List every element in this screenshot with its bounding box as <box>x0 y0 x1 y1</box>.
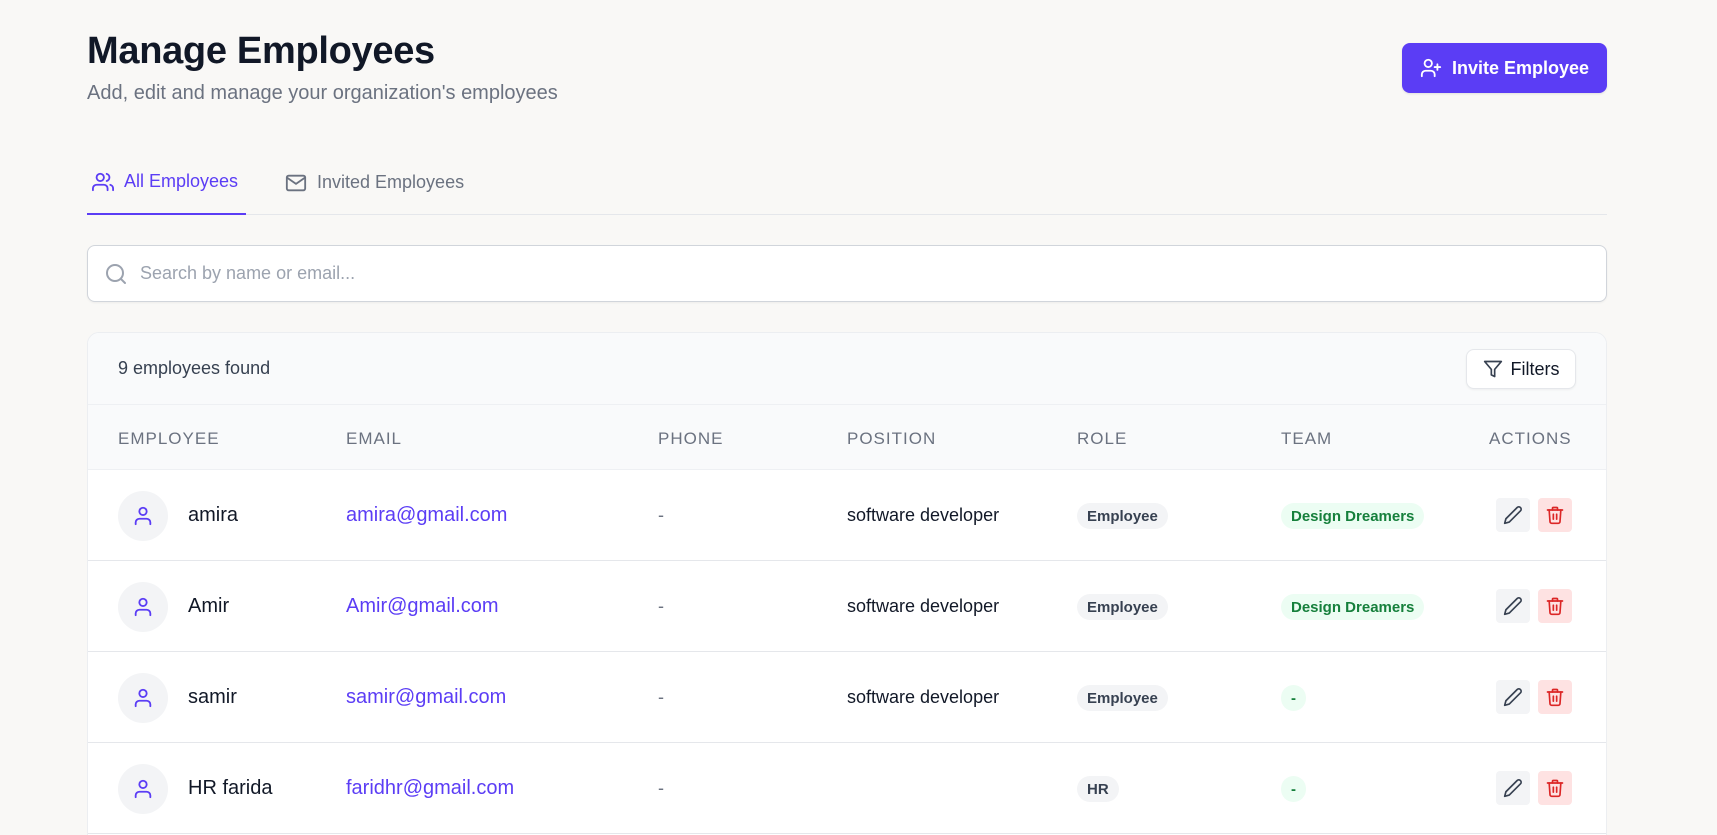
mail-icon <box>285 174 307 191</box>
role-badge: Employee <box>1077 594 1168 620</box>
column-header-employee[interactable]: Employee <box>118 429 220 449</box>
employee-name: HR farida <box>188 777 273 799</box>
employee-email[interactable]: samir@gmail.com <box>346 686 506 709</box>
column-header-email[interactable]: Email <box>346 429 402 449</box>
edit-button[interactable] <box>1496 771 1530 805</box>
employee-name: samir <box>188 686 237 708</box>
employee-phone: - <box>658 596 664 616</box>
filter-icon <box>1483 360 1502 378</box>
employee-phone: - <box>658 505 664 525</box>
page-title: Manage Employees <box>87 30 435 72</box>
tab-all-employees[interactable]: All Employees <box>87 150 246 215</box>
employee-count: 9 employees found <box>118 358 271 378</box>
tab-invited-employees-label: Invited Employees <box>317 172 465 192</box>
user-icon <box>134 688 152 708</box>
employee-position: software developer <box>847 505 1000 525</box>
employee-name: Amir <box>188 595 230 617</box>
employee-name: amira <box>188 504 239 526</box>
user-plus-icon <box>1420 58 1442 78</box>
pencil-icon <box>1503 688 1522 707</box>
search-input[interactable] <box>140 263 1540 284</box>
search-bar <box>87 245 1607 302</box>
delete-button[interactable] <box>1538 589 1572 623</box>
table-body: amira amira@gmail.com - software develop… <box>88 470 1606 834</box>
column-header-actions: Actions <box>1489 429 1572 448</box>
trash-icon <box>1546 506 1564 525</box>
page: Manage Employees Add, edit and manage yo… <box>87 0 1607 835</box>
employee-phone: - <box>658 687 664 707</box>
search-icon <box>106 263 126 284</box>
employee-phone: - <box>658 778 664 798</box>
column-header-team[interactable]: Team <box>1281 429 1332 449</box>
edit-button[interactable] <box>1496 498 1530 532</box>
employee-position: software developer <box>847 687 1000 707</box>
table-row[interactable]: samir samir@gmail.com - software develop… <box>88 652 1606 743</box>
employee-email[interactable]: amira@gmail.com <box>346 504 507 527</box>
trash-icon <box>1546 779 1564 798</box>
filters-label: Filters <box>1510 358 1560 379</box>
pencil-icon <box>1503 597 1522 616</box>
team-badge: - <box>1281 776 1306 802</box>
employee-position: software developer <box>847 596 1000 616</box>
user-icon <box>134 506 152 526</box>
delete-button[interactable] <box>1538 680 1572 714</box>
edit-button[interactable] <box>1496 589 1530 623</box>
invite-employee-label: Invite Employee <box>1451 57 1590 78</box>
avatar <box>118 582 168 632</box>
avatar <box>118 491 168 541</box>
delete-button[interactable] <box>1538 771 1572 805</box>
page-header: Manage Employees Add, edit and manage yo… <box>87 0 1607 140</box>
table-row[interactable]: Amir Amir@gmail.com - software developer… <box>88 561 1606 652</box>
avatar <box>118 673 168 723</box>
role-badge: Employee <box>1077 503 1168 529</box>
team-badge: - <box>1281 685 1306 711</box>
edit-button[interactable] <box>1496 680 1530 714</box>
table-toolbar: 9 employees found Filters <box>88 333 1606 405</box>
page-subtitle: Add, edit and manage your organization's… <box>87 82 558 104</box>
table-header: Employee Email Phone Position Role Team … <box>88 405 1606 470</box>
column-header-position[interactable]: Position <box>847 429 936 449</box>
table-row[interactable]: amira amira@gmail.com - software develop… <box>88 470 1606 561</box>
tab-invited-employees[interactable]: Invited Employees <box>280 150 469 215</box>
pencil-icon <box>1503 506 1522 525</box>
tabs: All Employees Invited Employees <box>87 150 1607 215</box>
team-badge: Design Dreamers <box>1281 503 1425 529</box>
role-badge: Employee <box>1077 685 1168 711</box>
filters-button[interactable]: Filters <box>1466 349 1576 389</box>
tab-all-employees-label: All Employees <box>124 171 239 191</box>
team-badge: Design Dreamers <box>1281 594 1425 620</box>
pencil-icon <box>1503 779 1522 798</box>
avatar <box>118 764 168 814</box>
column-header-role[interactable]: Role <box>1077 429 1127 449</box>
table-row[interactable]: HR farida faridhr@gmail.com - HR - <box>88 743 1606 834</box>
employee-email[interactable]: faridhr@gmail.com <box>346 777 514 800</box>
trash-icon <box>1546 688 1564 707</box>
role-badge: HR <box>1077 776 1119 802</box>
invite-employee-button[interactable]: Invite Employee <box>1402 43 1607 93</box>
users-icon <box>92 172 114 191</box>
employee-email[interactable]: Amir@gmail.com <box>346 595 499 618</box>
user-icon <box>134 597 152 617</box>
trash-icon <box>1546 597 1564 616</box>
user-icon <box>134 779 152 799</box>
delete-button[interactable] <box>1538 498 1572 532</box>
employees-table-card: 9 employees found Filters Employee Email… <box>87 332 1607 835</box>
column-header-phone[interactable]: Phone <box>658 429 723 449</box>
